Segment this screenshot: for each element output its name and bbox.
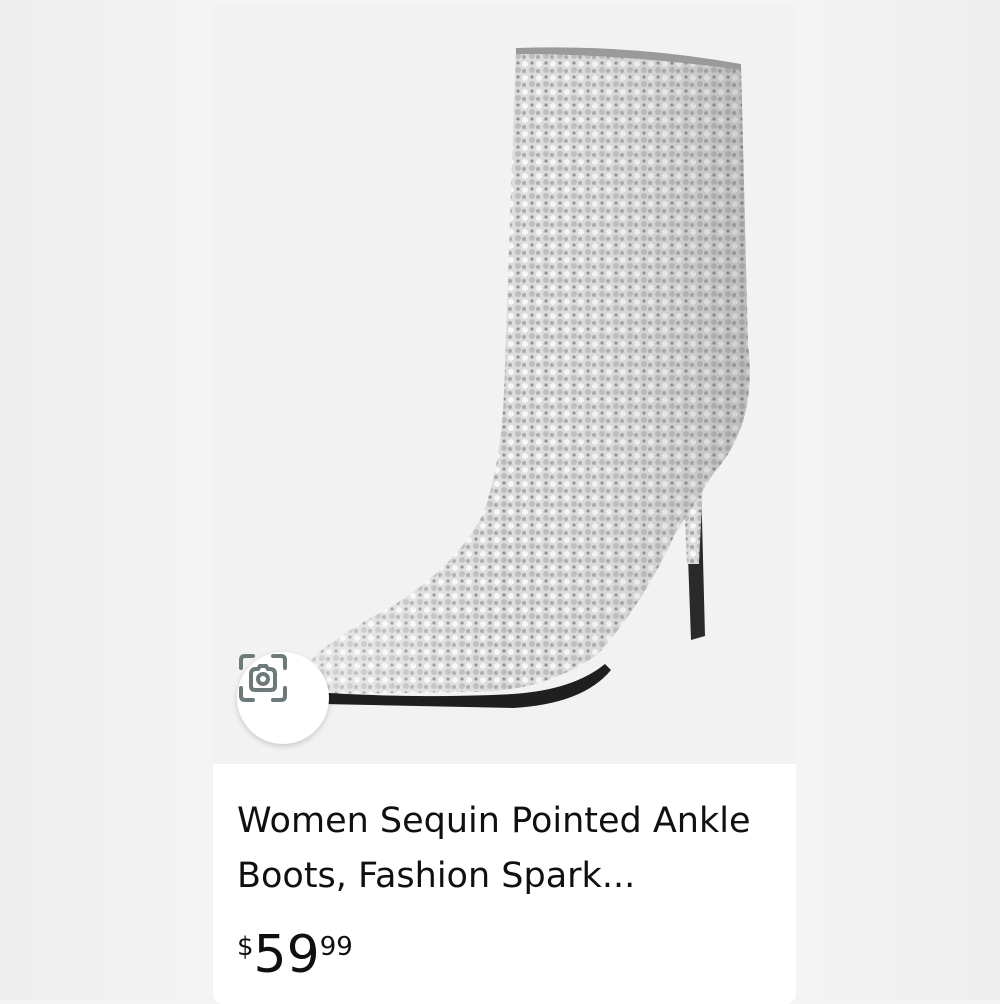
left-backdrop (0, 0, 190, 1000)
visual-search-button[interactable] (237, 652, 329, 744)
product-price: $ 59 99 (237, 924, 353, 986)
price-currency-symbol: $ (237, 932, 254, 962)
price-whole: 59 (253, 925, 320, 985)
product-image[interactable] (213, 4, 796, 764)
visual-search-icon (239, 654, 287, 702)
boot-image (305, 47, 750, 708)
product-card[interactable]: Women Sequin Pointed Ankle Boots, Fashio… (213, 4, 796, 1004)
price-fraction: 99 (319, 932, 353, 962)
right-backdrop (810, 0, 1000, 1000)
product-title[interactable]: Women Sequin Pointed Ankle Boots, Fashio… (237, 794, 777, 904)
